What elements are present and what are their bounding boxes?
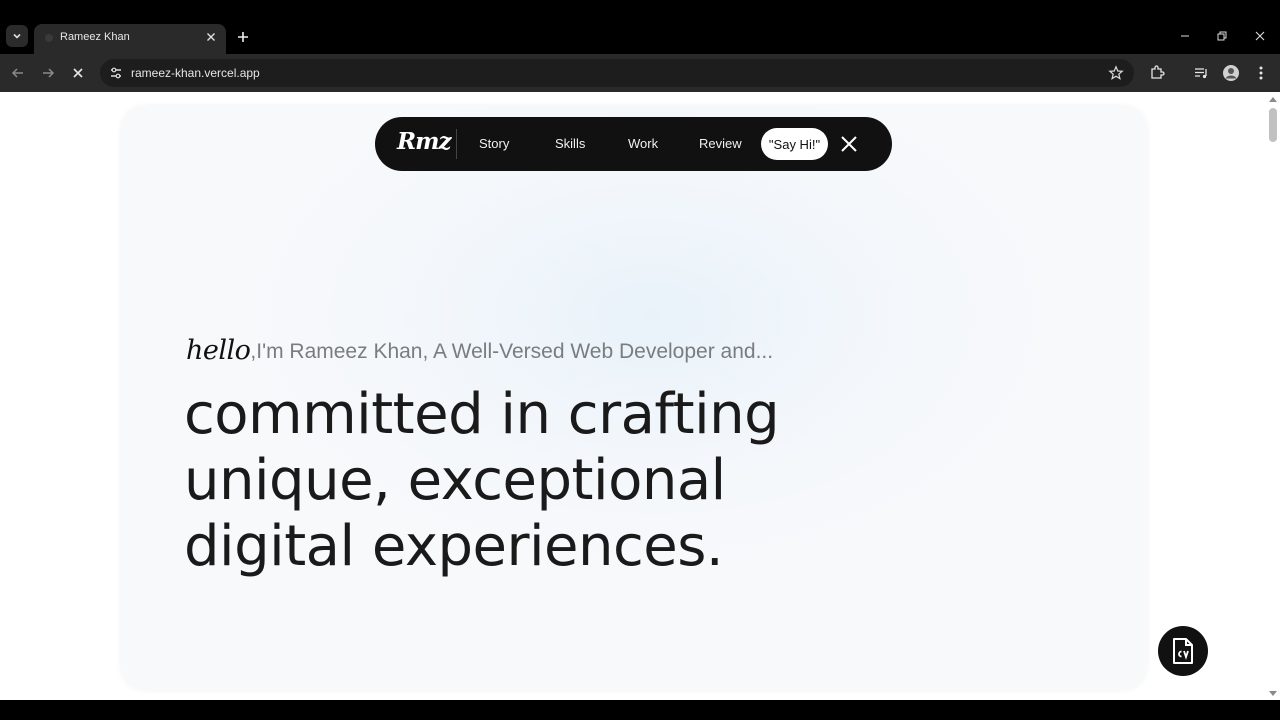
say-hi-button[interactable]: "Say Hi!" (761, 128, 828, 160)
arrow-left-icon (11, 68, 23, 78)
nav-link-skills[interactable]: Skills (555, 136, 585, 151)
tab-favicon-icon (45, 34, 53, 42)
minimize-icon (1181, 35, 1189, 37)
profile-button[interactable] (1222, 64, 1240, 82)
profile-icon (1223, 65, 1239, 81)
close-icon[interactable] (839, 134, 859, 154)
hero-headline: committed in crafting unique, exceptiona… (184, 382, 904, 580)
tab-title: Rameez Khan (60, 31, 130, 43)
forward-button[interactable] (38, 63, 58, 83)
stop-loading-button[interactable] (68, 63, 88, 83)
hello-script-text: hello (186, 335, 251, 366)
site-logo[interactable]: Rmz (397, 128, 452, 155)
page-scrollbar[interactable] (1266, 92, 1280, 700)
headline-line-2: unique, exceptional (184, 448, 726, 513)
browser-tab-bar: Rameez Khan (0, 0, 1280, 54)
tune-icon[interactable] (108, 65, 124, 81)
restore-icon (1217, 31, 1227, 41)
kebab-menu-icon (1259, 66, 1263, 80)
window-bottom-edge (0, 700, 1280, 720)
tab-search-button[interactable] (6, 25, 28, 47)
nav-link-review[interactable]: Review (699, 136, 742, 151)
extensions-button[interactable] (1148, 64, 1166, 82)
arrow-right-icon (43, 68, 55, 78)
puzzle-icon (1151, 65, 1165, 79)
nav-link-story[interactable]: Story (479, 136, 509, 151)
url-text[interactable]: rameez-khan.vercel.app (131, 66, 260, 80)
headline-line-1: committed in crafting (184, 382, 780, 447)
headline-line-3: digital experiences. (184, 514, 724, 579)
stop-icon (73, 68, 83, 78)
browser-toolbar: rameez-khan.vercel.app (0, 54, 1280, 92)
close-tab-button[interactable] (204, 30, 218, 44)
browser-menu-button[interactable] (1252, 64, 1270, 82)
address-bar[interactable]: rameez-khan.vercel.app (100, 59, 1134, 87)
close-icon (207, 33, 215, 41)
download-cv-button[interactable] (1158, 626, 1208, 676)
nav-divider (456, 129, 457, 159)
nav-link-work[interactable]: Work (628, 136, 658, 151)
minimize-button[interactable] (1175, 26, 1195, 46)
media-control-button[interactable] (1192, 64, 1210, 82)
browser-tab[interactable]: Rameez Khan (34, 24, 226, 54)
intro-line: hello ,I'm Rameez Khan, A Well-Versed We… (186, 336, 773, 366)
site-navbar: Rmz Story Skills Work Review "Say Hi!" (375, 117, 892, 171)
scroll-up-arrow-icon[interactable] (1269, 96, 1277, 102)
scroll-down-arrow-icon[interactable] (1269, 691, 1277, 697)
restore-button[interactable] (1212, 26, 1232, 46)
cv-document-icon (1173, 638, 1193, 664)
close-icon (1255, 31, 1265, 41)
chevron-down-icon (13, 33, 21, 39)
intro-text: ,I'm Rameez Khan, A Well-Versed Web Deve… (250, 340, 774, 363)
scrollbar-thumb[interactable] (1269, 108, 1277, 142)
new-tab-button[interactable] (234, 28, 252, 46)
plus-icon (238, 32, 248, 42)
close-window-button[interactable] (1250, 26, 1270, 46)
back-button[interactable] (8, 63, 28, 83)
media-control-icon (1195, 68, 1207, 79)
page-viewport: Rmz Story Skills Work Review "Say Hi!" h… (0, 92, 1280, 700)
star-icon[interactable] (1108, 65, 1124, 81)
